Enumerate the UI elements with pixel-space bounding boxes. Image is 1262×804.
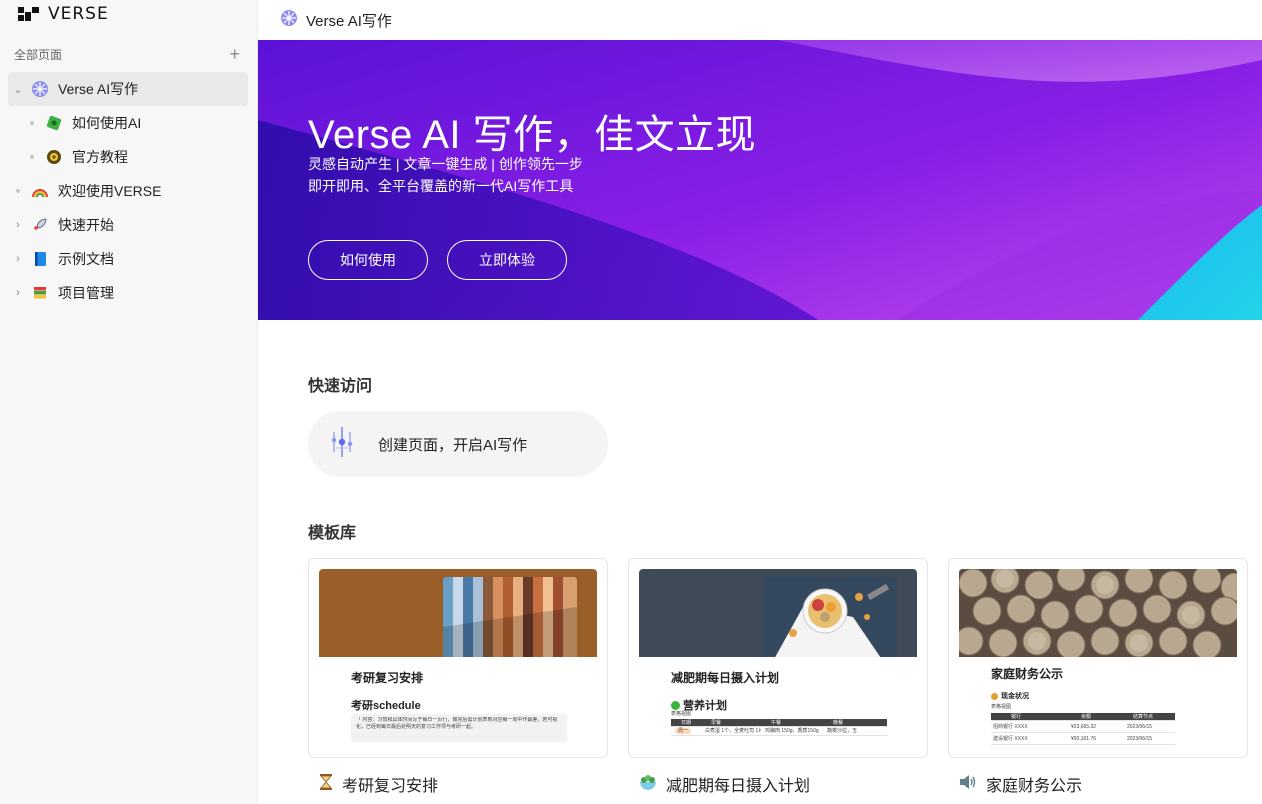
books-icon (30, 283, 50, 303)
try-now-button[interactable]: 立即体验 (447, 240, 567, 280)
salad-icon (638, 773, 658, 796)
template-label-text: 减肥期每日摄入计划 (666, 778, 811, 795)
coins-image (959, 569, 1237, 657)
sidebar: VERSE 全部页面 + ⌄ Verse AI写作 如何使用AI 官方教程 欢迎… (0, 0, 258, 804)
template-cover (959, 569, 1237, 657)
gear-icon (44, 147, 64, 167)
how-to-use-button[interactable]: 如何使用 (308, 240, 428, 280)
chevron-right-icon[interactable]: › (8, 253, 28, 265)
create-page-label: 创建页面，开启AI写作 (378, 436, 528, 454)
chevron-down-icon[interactable]: ⌄ (8, 83, 28, 96)
page-tree: ⌄ Verse AI写作 如何使用AI 官方教程 欢迎使用VERSE › 快速开… (8, 72, 248, 310)
page-title: Verse AI写作 (306, 12, 392, 30)
all-pages-label: 全部页面 (14, 47, 63, 62)
template-library-heading: 模板库 (308, 525, 357, 542)
template-doc-subtitle: 现金状况 (991, 691, 1029, 701)
sidebar-item-sample-docs[interactable]: › 示例文档 (8, 242, 248, 276)
template-label-text: 家庭财务公示 (986, 778, 1083, 795)
sidebar-item-how-to-use-ai[interactable]: 如何使用AI (8, 106, 248, 140)
money-bag-icon (991, 692, 998, 700)
brand-logo[interactable]: VERSE (18, 4, 109, 24)
sidebar-item-verse-ai[interactable]: ⌄ Verse AI写作 (8, 72, 248, 106)
template-doc-title: 考研复习安排 (351, 671, 424, 685)
leaf-icon (671, 700, 680, 710)
template-label-finance[interactable]: 家庭财务公示 (958, 772, 1082, 796)
template-label-text: 考研复习安排 (342, 778, 439, 795)
table-view-label: 表格视图 (991, 704, 1012, 710)
sidebar-item-welcome[interactable]: 欢迎使用VERSE (8, 174, 248, 208)
sidebar-item-label: 快速开始 (58, 217, 114, 233)
cover-image (763, 577, 897, 657)
verse-logo-icon (18, 7, 40, 21)
template-label-diet[interactable]: 减肥期每日摄入计划 (638, 772, 810, 796)
brand-name: VERSE (48, 4, 109, 24)
template-mini-table: 银行 余额 结算节点 招商银行 XXXX ¥23,665.32 2023/06/… (991, 713, 1175, 745)
template-doc-subtitle: 考研schedule (351, 700, 421, 712)
sparkle-icon (324, 424, 360, 464)
template-doc-title: 减肥期每日摄入计划 (671, 671, 780, 685)
template-cover (319, 569, 597, 657)
chevron-right-icon[interactable]: › (8, 219, 28, 231)
rainbow-icon (30, 181, 50, 201)
template-mini-table: 日期 早餐 午餐 晚餐 周一 白煮蛋 1个，全麦吐司 1片 鸡胸肉 150g，香… (671, 719, 887, 736)
sidebar-item-label: 项目管理 (58, 285, 114, 301)
rocket-icon (30, 215, 50, 235)
brain-icon (30, 79, 50, 99)
speaker-icon (958, 773, 978, 796)
book-icon (30, 249, 50, 269)
template-quote: 「 内容：习惯和具体时间写于每日一页行，做完后需计划表到对应每一周中作最差，若可… (351, 714, 567, 742)
template-doc-title: 家庭财务公示 (991, 667, 1064, 681)
quick-access-heading: 快速访问 (308, 378, 373, 395)
banner-subtitle-2: 即开即用、全平台覆盖的新一代AI写作工具 (308, 178, 574, 194)
table-view-label: 表格视图 (671, 711, 692, 717)
page-header: Verse AI写作 (258, 0, 1262, 40)
sidebar-item-label: Verse AI写作 (58, 81, 139, 97)
template-cover (639, 569, 917, 657)
brain-icon (280, 9, 298, 31)
sidebar-item-tutorial[interactable]: 官方教程 (8, 140, 248, 174)
add-page-button[interactable]: + (229, 45, 240, 63)
chevron-right-icon[interactable]: › (8, 287, 28, 299)
banner-title: Verse AI 写作，佳文立现 (308, 113, 757, 157)
sidebar-item-quick-start[interactable]: › 快速开始 (8, 208, 248, 242)
sidebar-item-project-mgmt[interactable]: › 项目管理 (8, 276, 248, 310)
sidebar-item-label: 示例文档 (58, 251, 114, 267)
template-card-diet[interactable]: 减肥期每日摄入计划 营养计划 表格视图 日期 早餐 午餐 晚餐 周一 白煮蛋 1… (628, 558, 928, 758)
sidebar-item-label: 官方教程 (72, 149, 128, 165)
all-pages-header: 全部页面 + (14, 44, 240, 64)
sidebar-item-label: 如何使用AI (72, 115, 142, 131)
template-label-exam[interactable]: 考研复习安排 (318, 772, 438, 796)
hero-banner: Verse AI 写作，佳文立现 灵感自动产生 | 文章一键生成 | 创作领先一… (258, 40, 1262, 320)
sidebar-item-label: 欢迎使用VERSE (58, 183, 162, 199)
banner-subtitle-1: 灵感自动产生 | 文章一键生成 | 创作领先一步 (308, 156, 583, 172)
hourglass-icon (318, 773, 334, 796)
template-card-exam[interactable]: 考研复习安排 考研schedule 「 内容：习惯和具体时间写于每日一页行，做完… (308, 558, 608, 758)
template-card-finance[interactable]: 家庭财务公示 现金状况 表格视图 银行 余额 结算节点 招商银行 XXXX ¥2… (948, 558, 1248, 758)
cover-image (443, 577, 577, 657)
create-page-card[interactable]: 创建页面，开启AI写作 (308, 411, 608, 477)
puzzle-icon (44, 113, 64, 133)
